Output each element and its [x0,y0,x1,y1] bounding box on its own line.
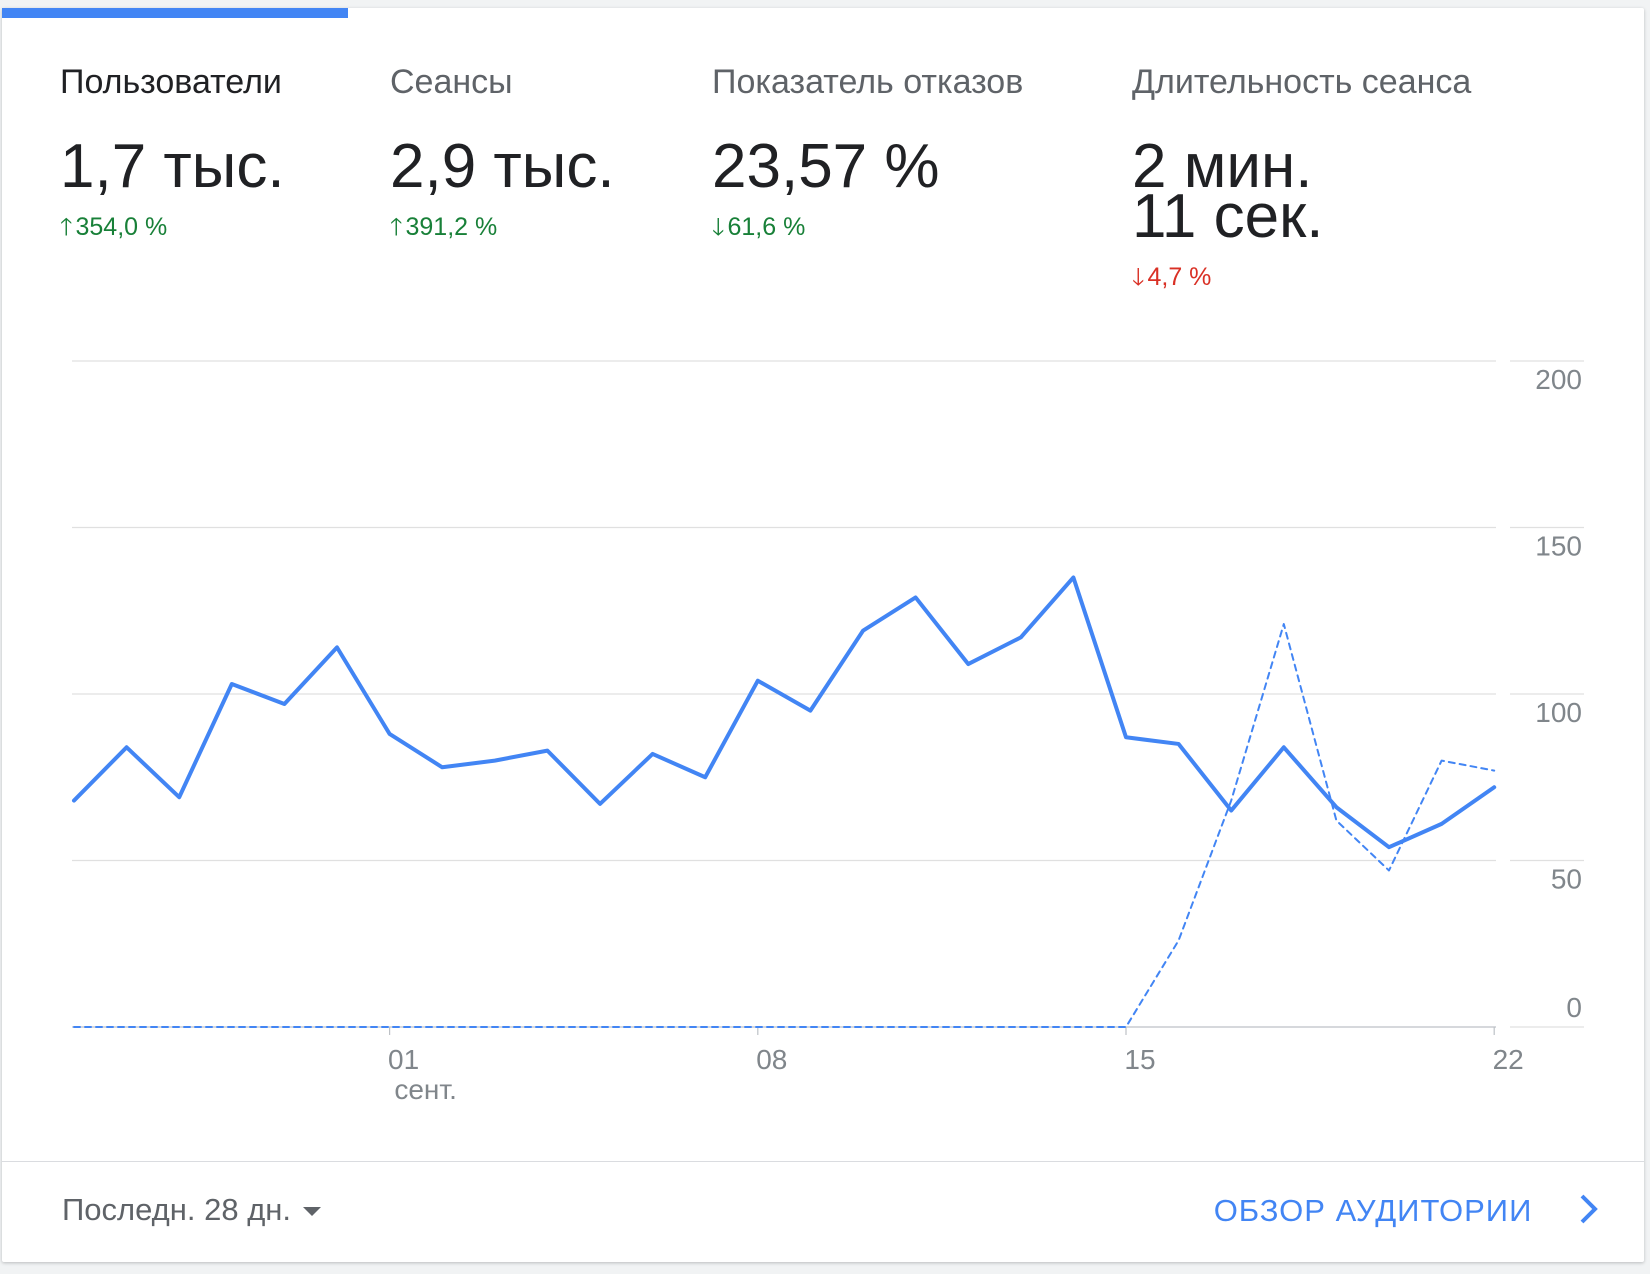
users-line-chart: 200 150 100 50 0 01сент. 08 15 22 [72,360,1584,1105]
x-tick-label: 15 [1124,1044,1155,1075]
footer-divider [2,1161,1644,1162]
audience-overview-card: Пользователи 1,7 тыс. 🡑 354,0 % Сеансы 2,… [2,8,1644,1262]
date-range-dropdown[interactable]: Последн. 28 дн. [62,1192,322,1228]
y-tick-label: 200 [1535,364,1582,395]
x-tick-label: 08 [756,1044,787,1075]
series-line-current-period [72,575,1497,850]
chevron-right-icon [1578,1192,1600,1234]
y-tick-label: 50 [1551,864,1582,895]
y-tick-label: 100 [1535,697,1582,728]
x-tick-label: 22 [1493,1044,1524,1075]
caret-down-icon [303,1207,322,1217]
date-range-label: Последн. 28 дн. [62,1192,292,1227]
x-tick-sublabel: сент. [394,1074,457,1105]
series-line-previous-period [73,623,1496,1028]
audience-overview-link[interactable]: ОБЗОР АУДИТОРИИ [1214,1192,1600,1234]
y-tick-label: 0 [1566,992,1582,1023]
y-tick-label: 150 [1535,531,1582,562]
audience-overview-label: ОБЗОР АУДИТОРИИ [1213,1193,1533,1229]
x-tick-label: 01 [388,1044,419,1075]
